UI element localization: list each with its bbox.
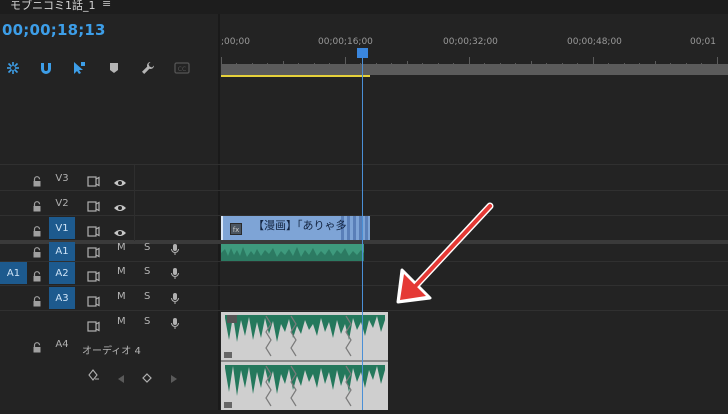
- lock-icon[interactable]: [32, 292, 42, 311]
- microphone-icon[interactable]: [170, 241, 180, 260]
- track-separator: [0, 164, 728, 165]
- previous-keyframe-icon[interactable]: [117, 369, 125, 388]
- lock-icon[interactable]: [32, 222, 42, 241]
- lock-icon[interactable]: [32, 267, 42, 286]
- microphone-icon[interactable]: [170, 315, 180, 334]
- ruler-label-4: 00;01: [690, 37, 716, 47]
- eye-icon[interactable]: [113, 198, 127, 217]
- solo-button-a3[interactable]: S: [144, 291, 150, 302]
- snap-magnet-icon[interactable]: [37, 59, 55, 77]
- track-label-v3[interactable]: V3: [49, 167, 75, 189]
- sync-lock-icon[interactable]: [87, 243, 100, 262]
- playhead-handle[interactable]: [357, 48, 368, 58]
- track-label-a4[interactable]: A4: [49, 333, 75, 355]
- source-patch-a1[interactable]: A1: [0, 262, 27, 284]
- sync-lock-icon[interactable]: [87, 317, 100, 336]
- work-area-bar[interactable]: [221, 64, 728, 75]
- video-clip-name: 【漫画】「ありゃ多: [253, 219, 347, 232]
- ruler-label-2: 00;00;32;00: [443, 37, 498, 47]
- lock-icon[interactable]: [32, 338, 42, 357]
- track-label-a1[interactable]: A1: [49, 242, 75, 261]
- rendered-range-bar: [221, 75, 370, 77]
- track-separator: [0, 261, 728, 262]
- sync-lock-icon[interactable]: [87, 222, 100, 241]
- sequence-tab[interactable]: モブニコミ1話_1: [10, 0, 96, 13]
- eye-icon[interactable]: [113, 173, 127, 192]
- audio-clip-a1[interactable]: [221, 244, 364, 261]
- playhead-timecode[interactable]: 00;00;18;13: [2, 21, 106, 39]
- wrench-settings-icon[interactable]: [139, 59, 157, 77]
- microphone-icon[interactable]: [170, 265, 180, 284]
- time-ruler[interactable]: [221, 52, 728, 67]
- sync-lock-icon[interactable]: [87, 292, 100, 311]
- track-separator: [0, 190, 728, 191]
- sync-lock-icon[interactable]: [87, 172, 100, 191]
- lock-icon[interactable]: [32, 197, 42, 216]
- playhead-line[interactable]: [362, 48, 363, 410]
- fx-badge-icon: fx: [230, 220, 242, 239]
- tab-menu-icon[interactable]: ≡: [102, 0, 111, 10]
- linked-selection-icon[interactable]: [70, 59, 88, 77]
- track-name-a4: オーディオ 4: [82, 346, 141, 357]
- svg-text:fx: fx: [233, 226, 240, 234]
- ruler-label-3: 00;00;48;00: [567, 37, 622, 47]
- track-separator: [0, 310, 728, 311]
- microphone-icon[interactable]: [170, 290, 180, 309]
- sync-lock-icon[interactable]: [87, 197, 100, 216]
- solo-button-a1[interactable]: S: [144, 242, 150, 253]
- nest-toggle-icon[interactable]: [4, 59, 22, 77]
- next-keyframe-icon[interactable]: [170, 369, 178, 388]
- eye-icon[interactable]: [113, 223, 127, 242]
- track-separator: [0, 285, 728, 286]
- track-label-a2[interactable]: A2: [49, 262, 75, 284]
- mute-button-a1[interactable]: M: [117, 242, 126, 253]
- sync-lock-icon[interactable]: [87, 267, 100, 286]
- captions-icon[interactable]: CC: [173, 59, 191, 77]
- mute-button-a3[interactable]: M: [117, 291, 126, 302]
- header-column-separator: [134, 165, 135, 241]
- mute-button-a2[interactable]: M: [117, 266, 126, 277]
- solo-button-a4[interactable]: S: [144, 316, 150, 327]
- track-header-divider: [218, 14, 220, 410]
- add-keyframe-icon[interactable]: [142, 368, 152, 387]
- track-label-v2[interactable]: V2: [49, 192, 75, 214]
- ruler-label-1: 00;00;16;00: [318, 37, 373, 47]
- lock-icon[interactable]: [32, 172, 42, 191]
- solo-button-a2[interactable]: S: [144, 266, 150, 277]
- add-marker-icon[interactable]: [105, 59, 123, 77]
- track-label-a3[interactable]: A3: [49, 287, 75, 309]
- keyframe-toggle-icon[interactable]: [86, 367, 100, 386]
- mute-button-a4[interactable]: M: [117, 316, 126, 327]
- svg-text:CC: CC: [178, 66, 186, 73]
- track-label-v1[interactable]: V1: [49, 217, 75, 239]
- lock-icon[interactable]: [32, 243, 42, 262]
- video-audio-divider[interactable]: [0, 240, 728, 244]
- annotation-arrow-icon: [392, 198, 498, 310]
- ruler-label-0: ;00;00: [221, 37, 250, 47]
